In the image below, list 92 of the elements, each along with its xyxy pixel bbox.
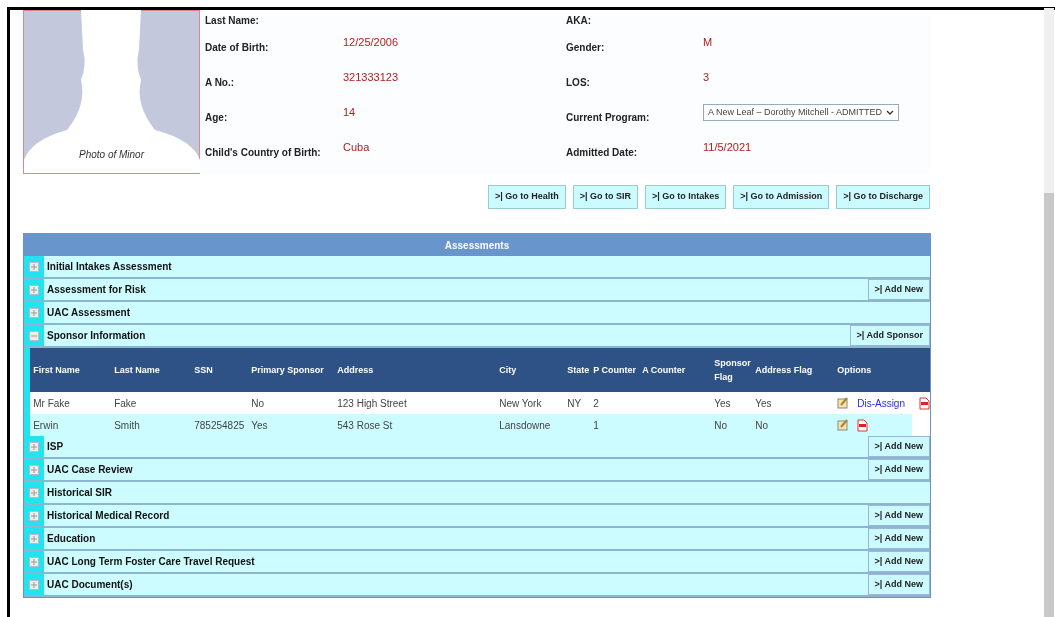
add-button[interactable]: >| Add New bbox=[867, 279, 930, 300]
field-value: 11/5/2021 bbox=[703, 140, 752, 156]
add-button[interactable]: >| Add New bbox=[867, 528, 930, 549]
nav-button[interactable]: >| Go to Admission bbox=[733, 185, 830, 209]
column-header: Sponsor Flag bbox=[714, 357, 752, 384]
table-cell-text: New York bbox=[499, 396, 543, 411]
field-label: AKA: bbox=[566, 13, 592, 28]
table-cell-text: Erwin bbox=[33, 418, 60, 433]
table-cell-text: Yes bbox=[755, 396, 773, 411]
column-header: Primary Sponsor bbox=[251, 364, 325, 377]
section-title: Education bbox=[46, 532, 97, 546]
table-cell-text: Smith bbox=[114, 418, 141, 433]
photo-caption: Photo of Minor bbox=[77, 148, 146, 162]
field-value: 14 bbox=[343, 105, 356, 121]
add-button[interactable]: >| Add New bbox=[867, 551, 930, 572]
section-title: Assessment for Risk bbox=[46, 283, 147, 297]
chevron-down-icon bbox=[886, 109, 895, 116]
edit-icon[interactable] bbox=[837, 419, 850, 431]
dis-assign-link[interactable]: Dis-Assign bbox=[857, 395, 905, 411]
table-cell-text: 543 Rose St bbox=[337, 418, 394, 433]
nav-button[interactable]: >| Go to Intakes bbox=[644, 185, 727, 209]
add-button[interactable]: >| Add Sponsor bbox=[849, 325, 930, 346]
field-label: A No.: bbox=[205, 76, 236, 90]
add-button[interactable]: >| Add New bbox=[867, 459, 930, 480]
column-header: City bbox=[499, 364, 518, 377]
add-button[interactable]: >| Add New bbox=[867, 574, 930, 595]
column-header: A Counter bbox=[642, 364, 687, 377]
section-title: UAC Document(s) bbox=[46, 578, 134, 592]
section-title: UAC Long Term Foster Care Travel Request bbox=[46, 555, 256, 569]
table-cell-text: 123 High Street bbox=[337, 396, 408, 411]
collapse-icon[interactable] bbox=[29, 330, 39, 341]
column-header: First Name bbox=[33, 364, 81, 377]
table-cell-text: 1 bbox=[593, 418, 600, 433]
scrollbar[interactable] bbox=[1044, 8, 1054, 617]
pdf-icon[interactable] bbox=[857, 418, 869, 432]
expand-icon[interactable] bbox=[29, 284, 39, 295]
section-title: Historical Medical Record bbox=[46, 509, 171, 523]
section-title: UAC Case Review bbox=[46, 463, 134, 477]
table-cell-text: Fake bbox=[114, 396, 138, 411]
column-header: State bbox=[567, 364, 591, 377]
column-header: Options bbox=[837, 364, 873, 377]
field-value: 321333123 bbox=[343, 70, 399, 86]
table-cell-text: Yes bbox=[714, 396, 732, 411]
expand-icon[interactable] bbox=[29, 487, 39, 498]
field-value: 3 bbox=[703, 70, 710, 86]
expand-icon[interactable] bbox=[29, 510, 39, 521]
assessments-header: Assessments bbox=[24, 234, 930, 256]
nav-button[interactable]: >| Go to Health bbox=[487, 185, 566, 209]
expand-icon[interactable] bbox=[29, 441, 39, 452]
column-header: P Counter bbox=[593, 364, 638, 377]
column-header: Address Flag bbox=[755, 364, 814, 377]
expand-icon[interactable] bbox=[29, 261, 39, 272]
section-title: Initial Intakes Assessment bbox=[46, 260, 173, 274]
field-label: Child's Country of Birth: bbox=[205, 146, 322, 160]
expand-icon[interactable] bbox=[29, 464, 39, 475]
expand-icon[interactable] bbox=[29, 579, 39, 590]
field-label: Age: bbox=[205, 111, 229, 125]
table-cell-text: Mr Fake bbox=[33, 396, 71, 411]
table-cell-text: Yes bbox=[251, 418, 269, 433]
section-title: Sponsor Information bbox=[46, 329, 147, 343]
expand-icon[interactable] bbox=[29, 556, 39, 567]
table-cell-text: 785254825 bbox=[194, 418, 246, 433]
field-label: Last Name: bbox=[205, 13, 260, 28]
section-title: ISP bbox=[46, 440, 65, 454]
table-cell-text: Lansdowne bbox=[499, 418, 552, 433]
field-label: Gender: bbox=[566, 41, 606, 55]
section-title: Historical SIR bbox=[46, 486, 114, 500]
program-dropdown[interactable]: A New Leaf – Dorothy Mitchell - ADMITTED bbox=[703, 104, 900, 121]
column-header: Last Name bbox=[114, 364, 161, 377]
field-label: Current Program: bbox=[566, 111, 651, 125]
expand-icon[interactable] bbox=[29, 307, 39, 318]
table-cell-text: No bbox=[714, 418, 728, 433]
table-cell-text: NY bbox=[567, 396, 583, 411]
column-header: Address bbox=[337, 364, 375, 377]
field-value: M bbox=[703, 35, 713, 51]
table-cell-text: No bbox=[755, 418, 769, 433]
nav-button[interactable]: >| Go to Discharge bbox=[836, 185, 930, 209]
pdf-icon[interactable] bbox=[919, 396, 930, 410]
expand-icon[interactable] bbox=[29, 533, 39, 544]
nav-button[interactable]: >| Go to SIR bbox=[572, 185, 638, 209]
column-header: SSN bbox=[194, 364, 214, 377]
add-button[interactable]: >| Add New bbox=[867, 436, 930, 457]
field-value: 12/25/2006 bbox=[343, 35, 399, 51]
field-label: Admitted Date: bbox=[566, 146, 639, 160]
table-cell-text: 2 bbox=[593, 396, 600, 411]
section-title: UAC Assessment bbox=[46, 306, 131, 320]
table-cell-text: No bbox=[251, 396, 265, 411]
edit-icon[interactable] bbox=[837, 397, 850, 409]
add-button[interactable]: >| Add New bbox=[867, 505, 930, 526]
field-label: Date of Birth: bbox=[205, 41, 270, 55]
field-label: LOS: bbox=[566, 76, 591, 90]
field-value: Cuba bbox=[343, 140, 370, 156]
